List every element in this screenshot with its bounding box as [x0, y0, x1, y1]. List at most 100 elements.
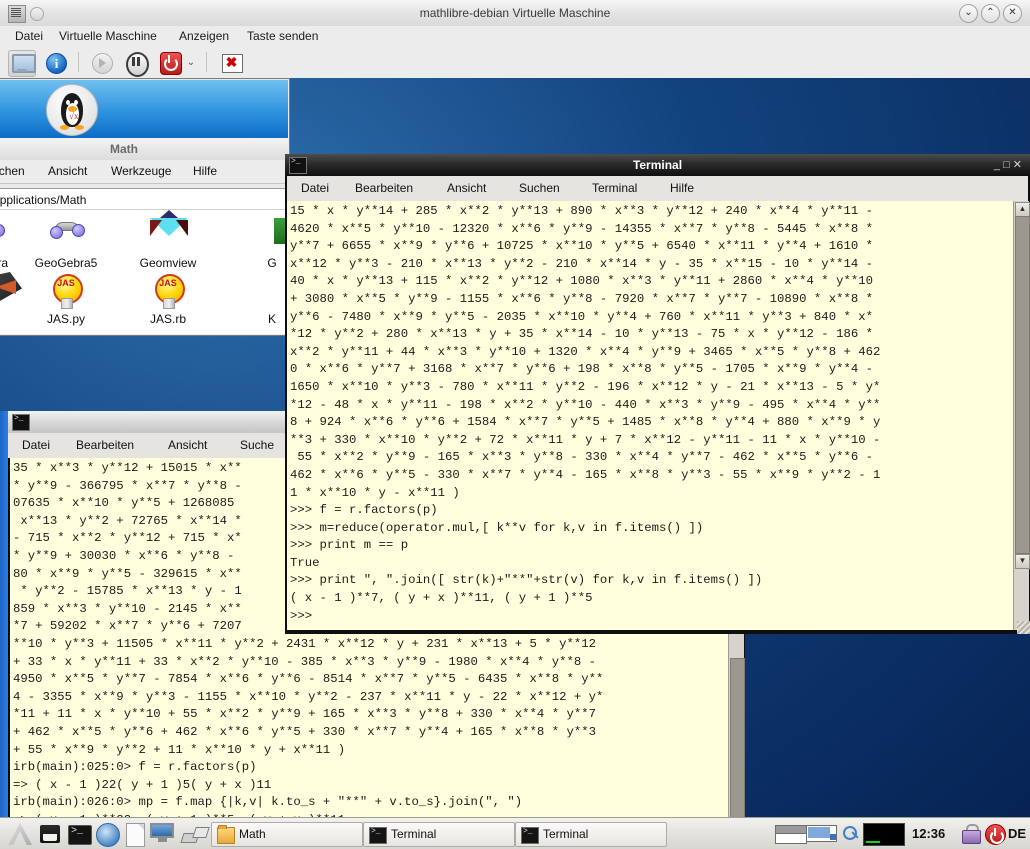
vm-menubar: Datei Virtuelle Maschine Anzeigen Taste …	[0, 26, 1030, 47]
fm-item-label: GeoGebra5	[34, 256, 98, 270]
keyboard-layout-indicator[interactable]: DE	[1008, 818, 1026, 849]
file-manager-window: √x Math esezeichen Ansicht Werkzeuge Hil…	[0, 78, 290, 336]
workspace-pager-2-icon[interactable]	[806, 825, 837, 842]
display-settings-icon[interactable]	[150, 823, 174, 842]
show-details-button[interactable]: i	[42, 50, 68, 75]
magnifier-icon[interactable]	[843, 826, 859, 842]
scrollbar-thumb[interactable]	[1015, 216, 1030, 554]
t1-menu-bearbeiten[interactable]: Bearbeiten	[355, 176, 413, 201]
chromium-icon[interactable]	[96, 823, 120, 847]
pause-bar-right	[137, 57, 140, 66]
vm-titlebar: mathlibre-debian Virtuelle Maschine ⌄ ⌃ …	[0, 0, 1030, 27]
t2-menu-datei[interactable]: Datei	[22, 433, 50, 458]
fm-menu-werkzeuge[interactable]: Werkzeuge	[111, 160, 171, 183]
vm-window-title: mathlibre-debian Virtuelle Maschine	[419, 6, 611, 20]
menu-virtuelle-maschine[interactable]: Virtuelle Maschine	[52, 26, 164, 47]
terminal-icon	[521, 827, 539, 844]
run-button[interactable]	[88, 50, 114, 75]
fm-item-label: JAS.py	[46, 312, 85, 326]
scroll-down-arrow-icon[interactable]: ▼	[1015, 554, 1030, 569]
close-button[interactable]: ✕	[1003, 4, 1022, 23]
shutdown-menu-button[interactable]: ⌄	[184, 50, 198, 75]
pause-bar-left	[132, 57, 135, 66]
terminal-preview-icon[interactable]	[863, 823, 905, 846]
fm-titlebar: Math	[0, 138, 288, 161]
fm-item-label: K	[267, 312, 276, 326]
toolbar-separator	[78, 52, 79, 72]
menu-datei[interactable]: Datei	[8, 26, 50, 47]
fm-menu-hilfe[interactable]: Hilfe	[193, 160, 217, 183]
monitor-base-icon	[17, 69, 27, 72]
fm-menubar: esezeichen Ansicht Werkzeuge Hilfe	[0, 160, 288, 184]
terminal-1-scrollbar[interactable]: ▲ ▼	[1013, 201, 1030, 630]
tux-logo-icon: √x	[46, 84, 98, 136]
gap-icon	[254, 216, 288, 246]
fm-menu-lesezeichen[interactable]: esezeichen	[0, 160, 25, 183]
info-icon: i	[46, 53, 67, 74]
fm-item-label: Geomview	[139, 256, 197, 270]
kseg-icon	[254, 272, 288, 302]
t2-menu-suchen[interactable]: Suche	[240, 433, 274, 458]
folder-icon	[217, 825, 235, 844]
network-icon[interactable]	[180, 827, 210, 843]
power-stem-icon	[168, 55, 170, 63]
menu-arrow-icon[interactable]	[8, 823, 32, 845]
power-icon[interactable]	[985, 824, 1006, 845]
vm-toolbar: i ⌄ ✖	[0, 47, 1030, 79]
geogebra-icon	[0, 216, 14, 246]
clock[interactable]: 12:36	[912, 818, 945, 849]
terminal-1-menubar: Datei Bearbeiten Ansicht Suchen Terminal…	[287, 176, 1028, 201]
terminal-icon	[369, 827, 387, 844]
terminal-1-titlebar: Terminal _ □ ✕	[285, 154, 1030, 176]
terminal-window-1: Terminal _ □ ✕ Datei Bearbeiten Ansicht …	[285, 154, 1030, 634]
terminal-1-title: Terminal	[632, 158, 683, 172]
show-console-button[interactable]	[8, 50, 36, 77]
resize-grip[interactable]	[1017, 621, 1030, 634]
text-editor-icon[interactable]	[126, 823, 145, 847]
maximize-button[interactable]: ⌃	[981, 4, 1000, 23]
t1-menu-terminal[interactable]: Terminal	[592, 176, 637, 201]
guest-desktop: √x Math esezeichen Ansicht Werkzeuge Hil…	[0, 78, 1030, 849]
taskbar-window-label: Math	[239, 827, 266, 841]
fullscreen-icon: ✖	[225, 54, 238, 70]
virt-manager-window: mathlibre-debian Virtuelle Maschine ⌄ ⌃ …	[0, 0, 1030, 849]
terminal-icon	[12, 414, 30, 431]
toolbar-separator-2	[206, 52, 207, 72]
minimize-button[interactable]: ⌄	[959, 4, 978, 23]
taskbar: Math Terminal Terminal 12:36	[0, 817, 1030, 849]
fm-menu-ansicht[interactable]: Ansicht	[48, 160, 87, 183]
terminal-1-screen[interactable]: 15 * x * y**14 + 285 * x**2 * y**13 + 89…	[287, 201, 1013, 630]
taskbar-window-terminal-1[interactable]: Terminal	[363, 822, 515, 847]
shutdown-button[interactable]	[156, 50, 182, 75]
jas-py-icon: JAS	[50, 274, 83, 310]
power-ring-icon	[164, 57, 178, 71]
menu-anzeigen[interactable]: Anzeigen	[172, 26, 236, 47]
geogebra5-icon	[48, 216, 85, 246]
fm-banner: √x	[0, 80, 288, 138]
taskbar-window-terminal-2[interactable]: Terminal	[515, 822, 667, 847]
jas-rb-icon: JAS	[152, 274, 185, 310]
fullscreen-button[interactable]: ✖	[218, 50, 244, 75]
lock-icon[interactable]	[962, 824, 981, 844]
scroll-up-arrow-icon[interactable]: ▲	[1015, 202, 1030, 217]
terminal-1-window-buttons[interactable]: _ □ ✕	[994, 154, 1022, 176]
t1-menu-datei[interactable]: Datei	[301, 176, 329, 201]
taskbar-window-label: Terminal	[543, 827, 589, 841]
t2-menu-bearbeiten[interactable]: Bearbeiten	[76, 433, 134, 458]
printer-icon[interactable]	[40, 825, 60, 843]
taskbar-window-math[interactable]: Math	[211, 822, 363, 847]
t1-menu-hilfe[interactable]: Hilfe	[670, 176, 694, 201]
t2-menu-ansicht[interactable]: Ansicht	[168, 433, 207, 458]
play-triangle-icon	[99, 58, 106, 68]
taskbar-window-label: Terminal	[391, 827, 437, 841]
fm-item-label: G	[267, 256, 277, 270]
menu-taste-senden[interactable]: Taste senden	[240, 26, 325, 47]
fm-item-label: JAS.rb	[149, 312, 186, 326]
t1-menu-ansicht[interactable]: Ansicht	[447, 176, 486, 201]
t1-menu-suchen[interactable]: Suchen	[519, 176, 560, 201]
pause-button[interactable]	[122, 50, 149, 77]
terminal-icon[interactable]	[68, 825, 92, 845]
fm-icon-view: ebra GeoGebra5	[0, 210, 288, 334]
fm-location-bar[interactable]: enu://applications/Math	[0, 188, 288, 210]
terminal-2-left-edge	[0, 411, 8, 849]
